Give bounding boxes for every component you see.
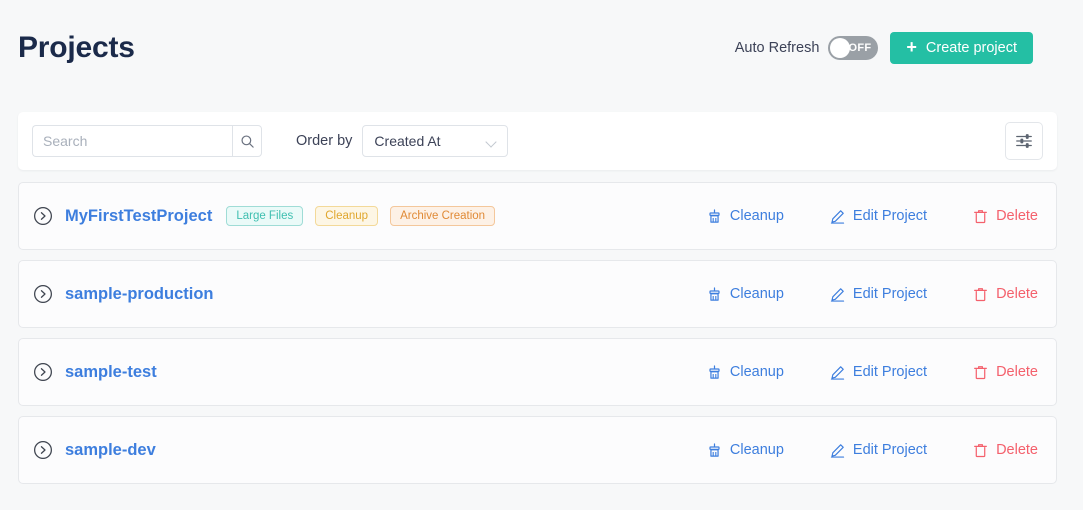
project-list: MyFirstTestProject Large Files Cleanup Arc…	[18, 182, 1057, 494]
broom-icon	[707, 443, 722, 458]
pencil-icon	[830, 443, 845, 458]
delete-action[interactable]: Delete	[973, 208, 1038, 224]
pencil-icon	[830, 365, 845, 380]
page-title: Projects	[18, 31, 135, 65]
cleanup-action[interactable]: Cleanup	[707, 442, 784, 458]
edit-project-action[interactable]: Edit Project	[830, 364, 927, 380]
create-project-button[interactable]: + Create project	[890, 32, 1033, 64]
cleanup-action[interactable]: Cleanup	[707, 208, 784, 224]
project-name-link[interactable]: sample-dev	[65, 441, 156, 460]
delete-action[interactable]: Delete	[973, 364, 1038, 380]
trash-icon	[973, 209, 988, 224]
project-badge: Cleanup	[315, 206, 378, 226]
project-name-link[interactable]: sample-test	[65, 363, 157, 382]
delete-action-label: Delete	[996, 364, 1038, 380]
expand-chevron-icon[interactable]	[33, 440, 53, 460]
auto-refresh-toggle[interactable]: OFF	[828, 36, 878, 60]
cleanup-action-label: Cleanup	[730, 442, 784, 458]
edit-project-action[interactable]: Edit Project	[830, 208, 927, 224]
order-by-value: Created At	[374, 133, 440, 149]
project-badge: Large Files	[226, 206, 303, 226]
trash-icon	[973, 287, 988, 302]
edit-project-action-label: Edit Project	[853, 208, 927, 224]
search-input[interactable]	[32, 125, 232, 157]
project-row[interactable]: MyFirstTestProject Large Files Cleanup Arc…	[18, 182, 1057, 250]
auto-refresh-label: Auto Refresh	[735, 40, 820, 56]
broom-icon	[707, 365, 722, 380]
project-badge: Archive Creation	[390, 206, 495, 226]
delete-action-label: Delete	[996, 286, 1038, 302]
trash-icon	[973, 365, 988, 380]
auto-refresh-control: Auto Refresh OFF	[735, 36, 879, 60]
order-by-label: Order by	[296, 133, 352, 149]
header-actions: Auto Refresh OFF + Create project	[735, 32, 1033, 64]
project-name-link[interactable]: sample-production	[65, 285, 214, 304]
delete-action[interactable]: Delete	[973, 286, 1038, 302]
edit-project-action-label: Edit Project	[853, 364, 927, 380]
cleanup-action-label: Cleanup	[730, 364, 784, 380]
cleanup-action[interactable]: Cleanup	[707, 286, 784, 302]
row-actions: Cleanup Edit Project	[707, 442, 1038, 458]
row-actions: Cleanup Edit Project	[707, 286, 1038, 302]
edit-project-action[interactable]: Edit Project	[830, 442, 927, 458]
expand-chevron-icon[interactable]	[33, 362, 53, 382]
expand-chevron-icon[interactable]	[33, 284, 53, 304]
projects-page: Projects Auto Refresh OFF + Create proje…	[0, 0, 1083, 510]
project-row[interactable]: sample-dev Cleanup	[18, 416, 1057, 484]
filter-toolbar: Order by Created At	[18, 112, 1057, 170]
trash-icon	[973, 443, 988, 458]
row-actions: Cleanup Edit Project	[707, 364, 1038, 380]
plus-icon: +	[906, 38, 917, 56]
order-by-select[interactable]: Created At	[362, 125, 508, 157]
page-header: Projects Auto Refresh OFF + Create proje…	[0, 0, 1083, 96]
edit-project-action-label: Edit Project	[853, 442, 927, 458]
pencil-icon	[830, 209, 845, 224]
edit-project-action-label: Edit Project	[853, 286, 927, 302]
project-row[interactable]: sample-test Cleanup	[18, 338, 1057, 406]
delete-action[interactable]: Delete	[973, 442, 1038, 458]
broom-icon	[707, 209, 722, 224]
edit-project-action[interactable]: Edit Project	[830, 286, 927, 302]
search-group	[32, 125, 262, 157]
project-badges: Large Files Cleanup Archive Creation	[226, 206, 495, 226]
toggle-state-label: OFF	[849, 42, 872, 54]
broom-icon	[707, 287, 722, 302]
chevron-down-icon	[487, 138, 498, 145]
search-button[interactable]	[232, 125, 262, 157]
search-icon	[240, 134, 255, 149]
delete-action-label: Delete	[996, 442, 1038, 458]
cleanup-action[interactable]: Cleanup	[707, 364, 784, 380]
expand-chevron-icon[interactable]	[33, 206, 53, 226]
project-row[interactable]: sample-production Cleanup	[18, 260, 1057, 328]
toggle-knob	[830, 38, 850, 58]
pencil-icon	[830, 287, 845, 302]
cleanup-action-label: Cleanup	[730, 208, 784, 224]
delete-action-label: Delete	[996, 208, 1038, 224]
cleanup-action-label: Cleanup	[730, 286, 784, 302]
project-name-link[interactable]: MyFirstTestProject	[65, 207, 212, 226]
sliders-icon	[1015, 132, 1033, 150]
row-actions: Cleanup Edit Project	[707, 208, 1038, 224]
filter-settings-button[interactable]	[1005, 122, 1043, 160]
create-project-label: Create project	[926, 40, 1017, 56]
